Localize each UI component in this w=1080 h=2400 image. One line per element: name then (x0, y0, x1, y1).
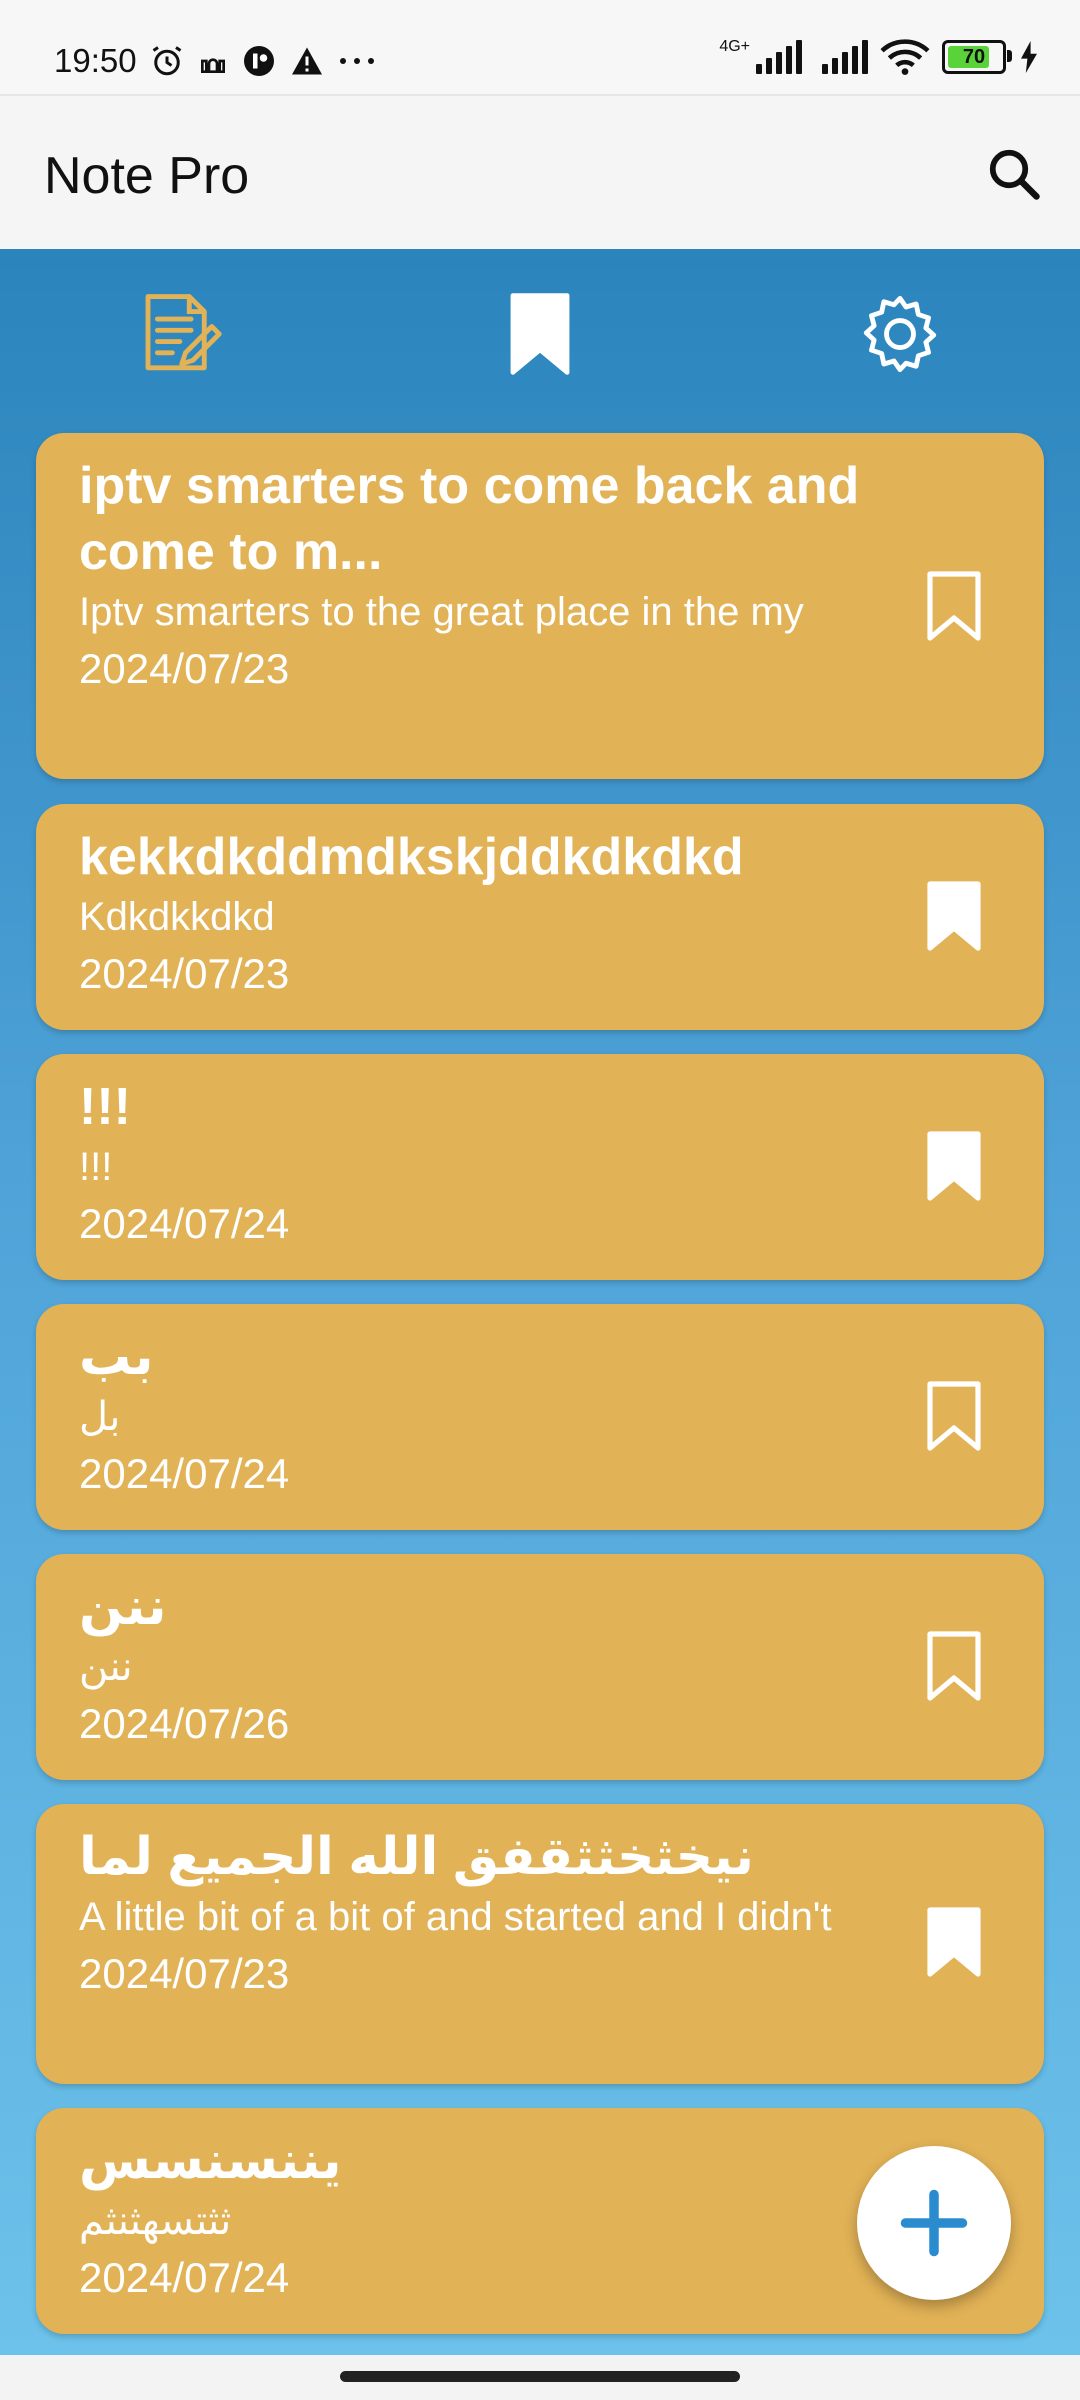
tab-bookmarks[interactable] (495, 289, 585, 379)
note-card[interactable]: بب بل 2024/07/24 (36, 1304, 1044, 1530)
note-title: iptv smarters to come back and come to m… (79, 457, 860, 581)
note-body: !!! (79, 1145, 113, 1189)
note-title: kekkdkddmdkskjddkdkdkd (79, 828, 744, 886)
network-type-label: 4G+ (719, 38, 750, 55)
note-date: 2024/07/24 (79, 2254, 290, 2301)
note-body: ننن (79, 1645, 133, 1689)
note-body: Kdkdkkdkd (79, 895, 275, 939)
charging-icon (1021, 41, 1037, 73)
mosque-icon (200, 58, 225, 73)
bookmark-icon (510, 293, 570, 375)
tab-notes[interactable] (133, 289, 223, 379)
bookmark-filled-icon[interactable] (926, 1906, 982, 1978)
note-title: بب (79, 1328, 154, 1386)
note-title: ننن (79, 1578, 167, 1636)
plus-icon (900, 2189, 968, 2257)
note-title: !!! (79, 1078, 131, 1136)
search-icon (989, 149, 1040, 200)
alarm-icon (152, 46, 181, 76)
bookmark-filled-icon[interactable] (926, 880, 982, 952)
main-content: iptv smarters to come back and come to m… (0, 249, 1080, 2355)
note-date: 2024/07/23 (79, 645, 290, 692)
bookmark-outline-icon[interactable] (926, 570, 982, 642)
bookmark-filled-icon[interactable] (926, 1130, 982, 1202)
note-card[interactable]: kekkdkddmdkskjddkdkdkd Kdkdkkdkd 2024/07… (36, 804, 1044, 1030)
navigation-bar (0, 2355, 1080, 2400)
tab-bar (0, 249, 1080, 419)
bookmark-outline-icon[interactable] (926, 1380, 982, 1452)
note-body: ثثتسهثنثم (79, 2199, 232, 2243)
wifi-icon (880, 39, 930, 75)
signal-strength-icon-2 (822, 40, 868, 74)
warning-icon (291, 47, 322, 75)
note-body: A little bit of a bit of and started and… (79, 1895, 832, 1939)
note-title: نيخثخثثقفق الله الجميع لما (79, 1828, 754, 1886)
app-bar: Note Pro (0, 94, 1080, 251)
note-title: يننسنسس (79, 2132, 342, 2190)
tab-settings[interactable] (855, 289, 945, 379)
gear-icon (863, 295, 937, 373)
bookmark-outline-icon[interactable] (926, 1630, 982, 1702)
note-date: 2024/07/23 (79, 1950, 290, 1997)
status-time: 19:50 (54, 42, 137, 79)
more-icon (339, 58, 374, 64)
status-bar: 19:50 4G+ 70 (0, 0, 1080, 94)
battery-level: 70 (962, 45, 986, 68)
note-edit-icon (145, 294, 222, 371)
note-card[interactable]: نيخثخثثقفق الله الجميع لما A little bit … (36, 1804, 1044, 2084)
note-date: 2024/07/24 (79, 1450, 290, 1497)
note-body: بل (79, 1395, 121, 1439)
add-note-button[interactable] (857, 2146, 1011, 2300)
note-card[interactable]: iptv smarters to come back and come to m… (36, 433, 1044, 779)
note-date: 2024/07/23 (79, 950, 290, 997)
signal-strength-icon (756, 40, 802, 74)
app-title: Note Pro (44, 147, 250, 205)
note-date: 2024/07/24 (79, 1200, 290, 1247)
battery-icon: 70 (942, 40, 1012, 74)
note-body: Iptv smarters to the great place in the … (79, 590, 804, 634)
note-card[interactable]: ننن ننن 2024/07/26 (36, 1554, 1044, 1780)
note-date: 2024/07/26 (79, 1700, 290, 1747)
app-notification-icon (243, 46, 274, 76)
home-indicator[interactable] (340, 2371, 740, 2382)
note-card[interactable]: !!! !!! 2024/07/24 (36, 1054, 1044, 1280)
search-button[interactable] (984, 144, 1044, 204)
